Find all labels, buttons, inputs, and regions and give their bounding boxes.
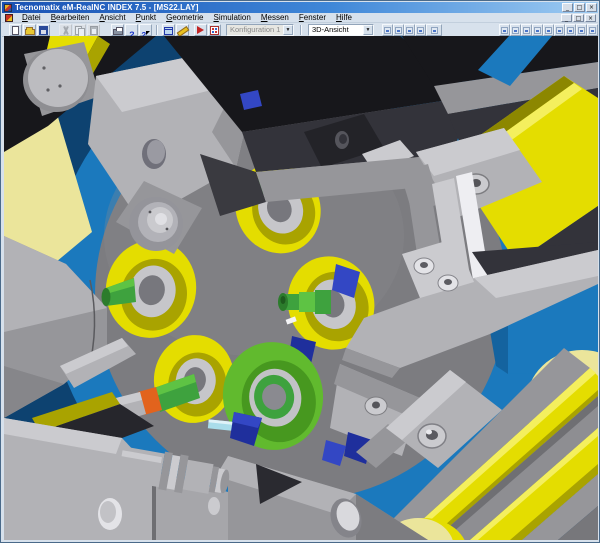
konfiguration-select[interactable]: Konfiguration 1 ▼	[226, 24, 294, 36]
menu-datei[interactable]: Datei	[17, 13, 46, 23]
view-button-3[interactable]	[521, 24, 532, 36]
menu-punkt[interactable]: Punkt	[131, 13, 161, 23]
viewport-tool-1-icon	[384, 27, 391, 34]
measure-button[interactable]	[176, 24, 189, 36]
close-button[interactable]: ×	[586, 3, 597, 12]
print-icon	[113, 29, 123, 35]
view-button-7-icon	[567, 27, 574, 34]
window-title: Tecnomatix eM-RealNC INDEX 7.5 - [MS22.L…	[15, 2, 562, 13]
help-button[interactable]	[125, 24, 138, 36]
viewport-tool-4-icon	[417, 27, 424, 34]
child-close-button[interactable]: ×	[585, 14, 596, 22]
menu-simulation[interactable]: Simulation	[208, 13, 255, 23]
chevron-down-icon[interactable]: ▼	[363, 25, 373, 35]
machine-3d-scene	[4, 36, 598, 540]
copy-button[interactable]	[73, 24, 86, 36]
view-select-value: 3D-Ansicht	[309, 25, 363, 35]
child-restore-button[interactable]: □	[573, 14, 584, 22]
viewport-tool-3-button[interactable]	[404, 24, 415, 36]
view-button-2-icon	[512, 27, 519, 34]
view-select[interactable]: 3D-Ansicht ▼	[308, 24, 374, 36]
context-help-button[interactable]	[139, 24, 152, 36]
maximize-button[interactable]: □	[574, 3, 585, 12]
view-button-3-icon	[523, 27, 530, 34]
app-window: Tecnomatix eM-RealNC INDEX 7.5 - [MS22.L…	[0, 0, 600, 543]
view-button-5[interactable]	[543, 24, 554, 36]
app-icon	[4, 4, 12, 12]
viewport-tool-2-icon	[395, 27, 402, 34]
viewport-tool-5-button[interactable]	[426, 24, 442, 36]
view-button-4[interactable]	[532, 24, 543, 36]
machine-table-icon	[210, 26, 219, 35]
child-minimize-button[interactable]: _	[561, 14, 572, 22]
view-button-1-icon	[501, 27, 508, 34]
measure-icon	[177, 26, 188, 35]
menu-ansicht[interactable]: Ansicht	[94, 13, 130, 23]
view-button-5-icon	[545, 27, 552, 34]
viewport-tool-4-button[interactable]	[415, 24, 426, 36]
menu-messen[interactable]: Messen	[256, 13, 294, 23]
toolbar-separator	[156, 25, 158, 35]
machine-table-button[interactable]	[208, 24, 221, 36]
view-button-6-icon	[556, 27, 563, 34]
minimize-button[interactable]: _	[562, 3, 573, 12]
3d-viewport[interactable]	[4, 36, 598, 540]
konfiguration-value: Konfiguration 1	[227, 25, 283, 35]
menu-bearbeiten[interactable]: Bearbeiten	[46, 13, 95, 23]
open-folder-icon	[25, 29, 35, 35]
new-file-icon	[12, 26, 19, 35]
view-button-7[interactable]	[565, 24, 576, 36]
viewport-tool-3-icon	[406, 27, 413, 34]
view-button-6[interactable]	[554, 24, 565, 36]
menu-bar: Datei Bearbeiten Ansicht Punkt Geometrie…	[2, 13, 598, 23]
paste-button[interactable]	[87, 24, 100, 36]
menu-fenster[interactable]: Fenster	[294, 13, 331, 23]
view-button-9-icon	[589, 27, 596, 34]
cut-icon	[62, 26, 70, 35]
view-button-9[interactable]	[587, 24, 598, 36]
paste-icon	[90, 26, 98, 35]
menu-geometrie[interactable]: Geometrie	[161, 13, 208, 23]
viewport-tool-1-button[interactable]	[382, 24, 393, 36]
title-bar[interactable]: Tecnomatix eM-RealNC INDEX 7.5 - [MS22.L…	[2, 2, 598, 13]
menu-hilfe[interactable]: Hilfe	[331, 13, 357, 23]
document-icon	[5, 14, 13, 22]
run-simulation-icon	[197, 26, 204, 34]
view-button-8-icon	[578, 27, 585, 34]
context-help-icon	[141, 26, 150, 35]
view-button-4-icon	[534, 27, 541, 34]
viewport-tool-5-icon	[431, 27, 438, 34]
save-icon	[39, 26, 48, 35]
open-file-button[interactable]	[23, 24, 36, 36]
toolbar-separator	[300, 25, 302, 35]
child-window-controls: _ □ ×	[561, 14, 596, 22]
cut-button[interactable]	[59, 24, 72, 36]
view-button-1[interactable]	[499, 24, 510, 36]
new-file-button[interactable]	[9, 24, 22, 36]
view-window-button[interactable]	[162, 24, 175, 36]
help-icon	[127, 26, 136, 35]
view-button-8[interactable]	[576, 24, 587, 36]
save-button[interactable]	[37, 24, 50, 36]
copy-icon	[75, 26, 84, 35]
chevron-down-icon[interactable]: ▼	[283, 25, 293, 35]
print-button[interactable]	[111, 24, 124, 36]
run-simulation-button[interactable]	[194, 24, 207, 36]
view-button-2[interactable]	[510, 24, 521, 36]
window-controls: _ □ ×	[562, 3, 597, 12]
viewport-tool-2-button[interactable]	[393, 24, 404, 36]
view-window-icon	[164, 27, 173, 35]
